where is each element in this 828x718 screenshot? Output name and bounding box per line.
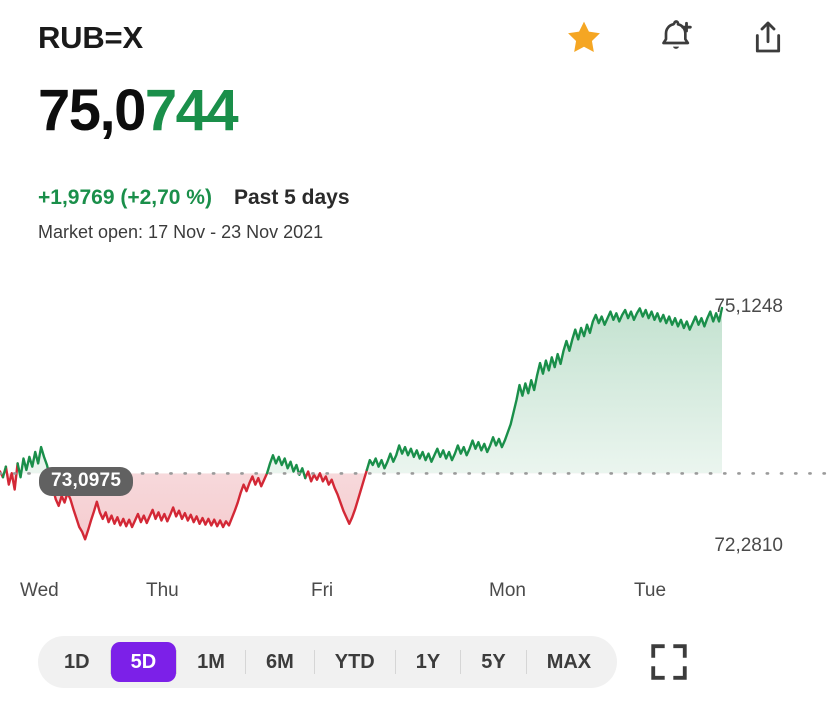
- range-button-ytd[interactable]: YTD: [315, 642, 395, 682]
- change-period-label: Past 5 days: [233, 186, 350, 209]
- price-chart-svg: [0, 306, 828, 541]
- chart-low-label: 72,2810: [714, 535, 783, 556]
- price-change: +1,9769 (+2,70 %): [38, 186, 212, 209]
- price-chart[interactable]: [0, 272, 828, 572]
- fullscreen-expand-icon[interactable]: [647, 640, 691, 684]
- chart-series-group: [0, 306, 724, 541]
- market-status-note: Market open: 17 Nov - 23 Nov 2021: [38, 222, 324, 242]
- header: RUB=X: [38, 14, 798, 62]
- range-button-max[interactable]: MAX: [527, 642, 611, 682]
- header-actions: [564, 18, 798, 58]
- range-button-1y[interactable]: 1Y: [396, 642, 460, 682]
- range-button-5d[interactable]: 5D: [110, 642, 177, 682]
- share-upload-icon[interactable]: [748, 18, 788, 58]
- chart-x-axis: Wed Thu Fri Mon Tue: [0, 580, 828, 608]
- price-change-row: +1,9769 (+2,70 %) Past 5 days: [38, 186, 350, 210]
- bell-plus-icon[interactable]: [656, 18, 696, 58]
- range-button-1m[interactable]: 1M: [177, 642, 245, 682]
- x-axis-tick: Fri: [311, 580, 334, 601]
- x-axis-tick: Thu: [146, 580, 179, 601]
- range-button-1d[interactable]: 1D: [44, 642, 110, 682]
- x-axis-tick: Tue: [634, 580, 667, 601]
- ticker-symbol: RUB=X: [38, 20, 143, 55]
- star-icon[interactable]: [564, 18, 604, 58]
- x-axis-tick: Wed: [20, 580, 59, 601]
- current-price: 75,0744: [38, 82, 239, 140]
- price-integer-part: 75,0: [38, 78, 146, 143]
- x-axis-tick: Mon: [489, 580, 526, 601]
- range-button-6m[interactable]: 6M: [246, 642, 314, 682]
- range-button-5y[interactable]: 5Y: [461, 642, 525, 682]
- chart-high-label: 75,1248: [714, 296, 783, 317]
- range-button-group: 1D 5D 1M 6M YTD 1Y 5Y MAX: [38, 636, 618, 688]
- range-toolbar: 1D 5D 1M 6M YTD 1Y 5Y MAX: [38, 636, 691, 688]
- baseline-value-badge: 73,0975: [39, 467, 134, 496]
- price-decimal-part: 744: [144, 78, 239, 143]
- stock-quote-screen: RUB=X 75,0744 +1,9769 (+2,70 %) Past 5 d…: [0, 0, 828, 718]
